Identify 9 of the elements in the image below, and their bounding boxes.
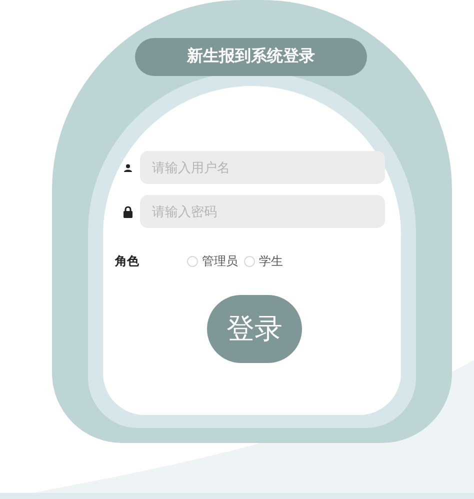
title-banner: 新生报到系统登录 <box>135 38 367 76</box>
radio-button[interactable] <box>244 256 255 266</box>
role-label: 角色 <box>115 253 140 270</box>
radio-label: 管理员 <box>202 253 238 270</box>
login-button[interactable]: 登录 <box>207 295 302 363</box>
radio-button[interactable] <box>187 256 198 266</box>
radio-label: 学生 <box>259 253 283 270</box>
lock-icon <box>122 206 132 218</box>
user-icon <box>124 164 132 172</box>
